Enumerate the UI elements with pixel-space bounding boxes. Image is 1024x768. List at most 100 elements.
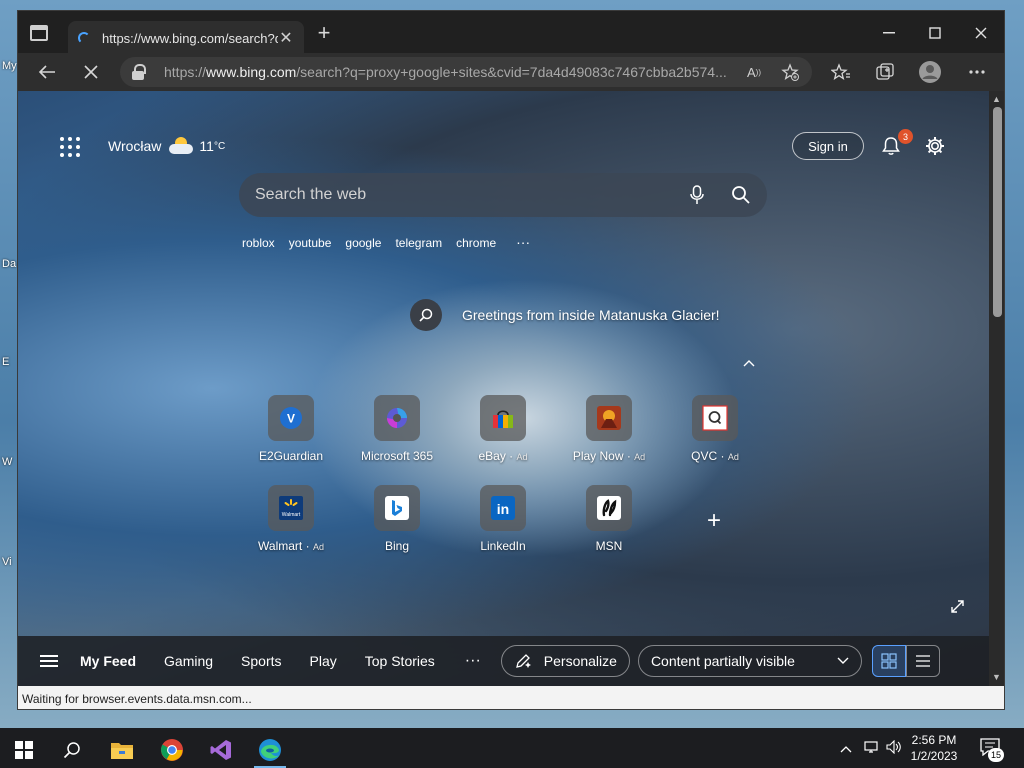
favorites-button[interactable] <box>830 61 852 83</box>
weather-widget[interactable]: Wrocław 11 °C <box>108 137 225 155</box>
taskbar-file-explorer[interactable] <box>98 732 146 768</box>
edge-icon <box>259 739 281 761</box>
search-input[interactable] <box>255 186 675 204</box>
feed-more-button[interactable]: ··· <box>465 652 481 670</box>
clock-date: 1/2/2023 <box>910 749 958 763</box>
apps-launcher-icon[interactable] <box>60 137 80 157</box>
url-scheme: https:// <box>164 64 207 80</box>
tab-my-feed[interactable]: My Feed <box>80 653 136 669</box>
grid-icon <box>881 653 897 669</box>
gear-icon <box>926 137 944 155</box>
quick-link-msn[interactable]: MSN <box>564 485 654 553</box>
page-scrollbar[interactable]: ▲ ▼ <box>989 91 1004 686</box>
tab-play[interactable]: Play <box>310 653 337 669</box>
collections-button[interactable] <box>874 61 896 83</box>
weather-location: Wrocław <box>108 138 162 154</box>
pencil-sparkle-icon <box>515 654 531 668</box>
lock-icon[interactable] <box>132 64 146 80</box>
quick-link-walmart[interactable]: Walmart Walmart · Ad <box>246 485 336 553</box>
desktop-icon-label: E <box>2 356 10 368</box>
tile-label: eBay · Ad <box>478 449 528 463</box>
volume-icon[interactable] <box>886 739 902 757</box>
tab-actions-icon[interactable] <box>30 25 48 41</box>
trending-link[interactable]: chrome <box>456 236 496 250</box>
new-tab-button[interactable]: + <box>314 22 334 44</box>
ad-label: Ad <box>516 452 528 462</box>
tab-top-stories[interactable]: Top Stories <box>365 653 435 669</box>
content-visibility-select[interactable]: Content partially visible <box>637 645 862 677</box>
collections-icon <box>876 63 894 80</box>
tab-sports[interactable]: Sports <box>241 653 281 669</box>
quick-link-e2guardian[interactable]: V E2Guardian <box>246 395 336 463</box>
maximize-button[interactable] <box>912 19 958 47</box>
close-window-button[interactable] <box>958 19 1004 47</box>
list-view-button[interactable] <box>905 645 940 677</box>
tab-bing-search[interactable]: https://www.bing.com/search?q= ✕ <box>68 21 304 55</box>
system-clock[interactable]: 2:56 PM 1/2/2023 <box>906 732 962 764</box>
expand-icon[interactable] <box>950 599 966 615</box>
close-icon <box>975 27 987 39</box>
quick-link-qvc[interactable]: QVC · Ad <box>670 395 760 463</box>
quick-link-play-now[interactable]: Play Now · Ad <box>564 395 654 463</box>
grid-view-button[interactable] <box>871 645 906 677</box>
search-button[interactable] <box>719 173 763 217</box>
taskbar-search-button[interactable] <box>48 732 96 768</box>
profile-button[interactable] <box>918 60 942 84</box>
add-site-button[interactable]: + <box>704 509 724 533</box>
quick-link-ebay[interactable]: eBay · Ad <box>458 395 548 463</box>
quick-link-bing[interactable]: Bing <box>352 485 442 553</box>
notification-badge: 3 <box>898 129 913 144</box>
scroll-thumb[interactable] <box>993 107 1002 317</box>
quick-link-microsoft-365[interactable]: Microsoft 365 <box>352 395 442 463</box>
address-url[interactable]: https://www.bing.com/search?q=proxy+goog… <box>164 64 736 80</box>
svg-text:in: in <box>497 501 509 517</box>
voice-search-button[interactable] <box>675 173 719 217</box>
chevron-up-icon[interactable] <box>742 355 756 369</box>
sign-in-button[interactable]: Sign in <box>792 132 864 160</box>
tile-label: QVC · Ad <box>691 449 739 463</box>
personalize-button[interactable]: Personalize <box>500 645 630 677</box>
taskbar-chrome[interactable] <box>148 732 196 768</box>
show-hidden-icons-chevron-icon[interactable] <box>840 740 852 756</box>
trending-link[interactable]: roblox <box>242 236 275 250</box>
more-icon <box>969 70 985 74</box>
back-button[interactable] <box>36 61 58 83</box>
minimize-button[interactable] <box>866 19 912 47</box>
trending-more-button[interactable]: ··· <box>516 235 530 250</box>
search-icon <box>63 742 80 759</box>
add-favorite-icon[interactable] <box>780 62 800 82</box>
settings-more-button[interactable] <box>966 61 988 83</box>
desktop-icon-label: My <box>2 60 17 72</box>
tile-label-text: QVC <box>691 449 718 463</box>
quick-link-linkedin[interactable]: in LinkedIn <box>458 485 548 553</box>
network-icon[interactable] <box>864 740 880 757</box>
start-button[interactable] <box>0 732 48 768</box>
visual-search-icon[interactable] <box>410 299 442 331</box>
taskbar-visual-studio[interactable] <box>197 732 245 768</box>
trending-link[interactable]: telegram <box>395 236 442 250</box>
chrome-icon <box>161 739 183 761</box>
tile-label: Bing <box>384 539 410 553</box>
trending-link[interactable]: youtube <box>289 236 332 250</box>
close-tab-icon[interactable]: ✕ <box>278 28 294 48</box>
menu-icon[interactable] <box>40 655 58 667</box>
image-of-the-day[interactable]: Greetings from inside Matanuska Glacier! <box>410 299 720 331</box>
address-bar[interactable]: https://www.bing.com/search?q=proxy+goog… <box>120 57 812 87</box>
folder-icon <box>111 743 133 759</box>
visual-studio-icon <box>210 740 231 760</box>
tab-gaming[interactable]: Gaming <box>164 653 213 669</box>
taskbar-edge[interactable] <box>246 732 294 768</box>
feed-navigation: My Feed Gaming Sports Play Top Stories ·… <box>18 636 989 686</box>
tile-label-text: eBay <box>478 449 506 463</box>
windows-taskbar: 2:56 PM 1/2/2023 15 <box>0 728 1024 768</box>
trending-searches: roblox youtube google telegram chrome ··… <box>242 235 530 250</box>
stop-loading-button[interactable] <box>80 61 102 83</box>
scroll-down-arrow-icon[interactable]: ▼ <box>992 672 1001 682</box>
image-caption: Greetings from inside Matanuska Glacier! <box>462 307 720 323</box>
page-settings-button[interactable] <box>924 135 946 157</box>
trending-link[interactable]: google <box>345 236 381 250</box>
title-bar: https://www.bing.com/search?q= ✕ + <box>18 11 1004 55</box>
scroll-up-arrow-icon[interactable]: ▲ <box>992 94 1001 104</box>
tile-label: Play Now · Ad <box>572 449 646 463</box>
read-aloud-icon[interactable]: A)) <box>744 62 764 82</box>
